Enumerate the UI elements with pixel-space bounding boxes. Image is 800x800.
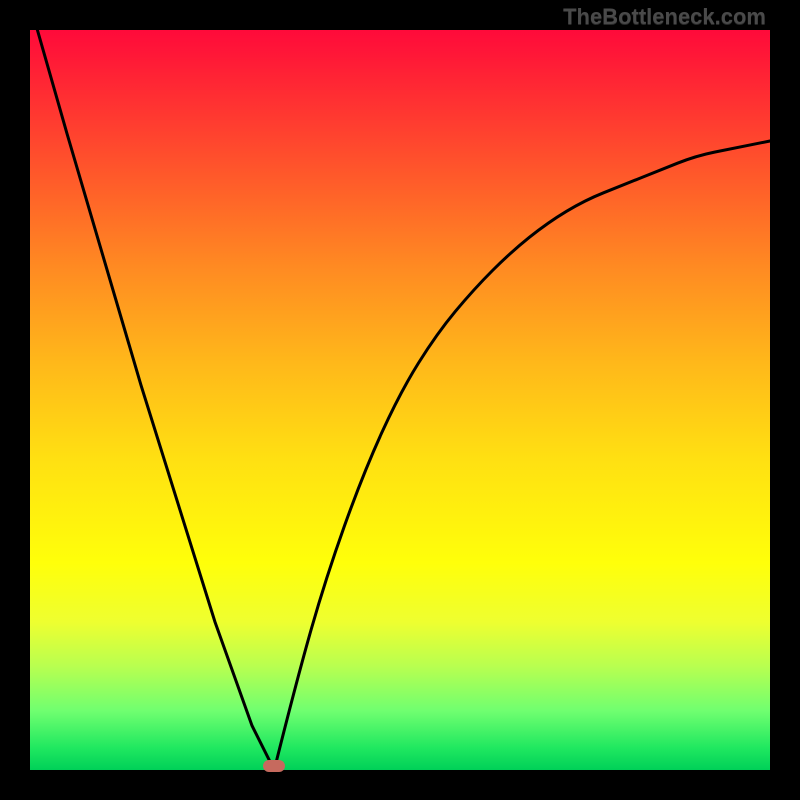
chart-container: TheBottleneck.com (0, 0, 800, 800)
bottleneck-curve (30, 30, 770, 770)
watermark-text: TheBottleneck.com (563, 4, 766, 30)
vertex-marker (263, 760, 285, 772)
